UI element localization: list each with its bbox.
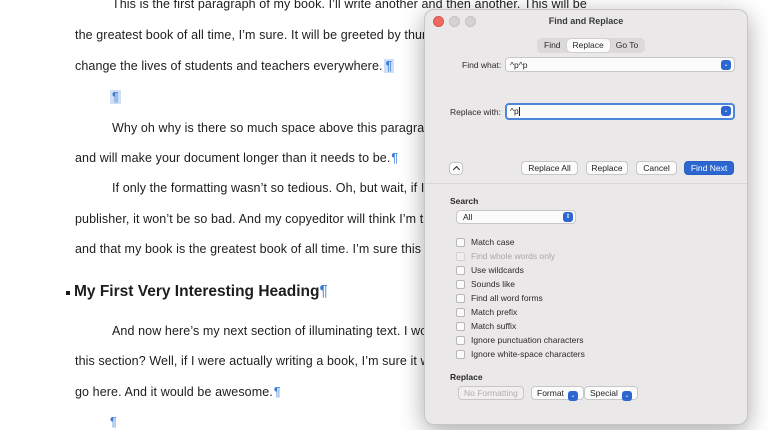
option-label: Match suffix: [471, 321, 517, 331]
option-label: Ignore white-space characters: [471, 349, 585, 359]
text-line: go here. And it would be awesome.¶: [75, 385, 281, 399]
match-case-option[interactable]: Match case: [456, 237, 514, 247]
match-prefix-option[interactable]: Match prefix: [456, 307, 517, 317]
checkbox: [456, 251, 465, 261]
option-label: Use wildcards: [471, 265, 524, 275]
replace-button[interactable]: Replace: [586, 161, 628, 175]
ignore-whitespace-option[interactable]: Ignore white-space characters: [456, 349, 585, 359]
checkbox[interactable]: [456, 265, 465, 275]
find-what-input[interactable]: ^p^p ⌄: [505, 57, 735, 72]
ignore-punctuation-option[interactable]: Ignore punctuation characters: [456, 335, 583, 345]
pilcrow-mark: ¶: [273, 385, 281, 399]
format-label: Format: [537, 388, 564, 398]
wildcards-option[interactable]: Use wildcards: [456, 265, 524, 275]
find-replace-dialog: Find and Replace Find Replace Go To Find…: [424, 9, 748, 425]
word-forms-option[interactable]: Find all word forms: [456, 293, 543, 303]
replace-with-label: Replace with:: [450, 107, 502, 117]
search-scope-value: All: [463, 212, 473, 222]
text-line: ¶: [110, 415, 117, 429]
pilcrow-mark: ¶: [319, 283, 328, 300]
search-scope-select[interactable]: All ⇕: [456, 210, 576, 224]
tab-replace[interactable]: Replace: [566, 39, 610, 52]
match-suffix-option[interactable]: Match suffix: [456, 321, 516, 331]
text-line: ¶: [110, 90, 121, 104]
collapse-chevron-up-icon[interactable]: [449, 162, 463, 175]
chevron-down-icon: ⌄: [567, 391, 578, 401]
chevron-down-icon: ⌄: [621, 391, 632, 401]
option-label: Match prefix: [471, 307, 518, 317]
no-formatting-button: No Formatting: [458, 386, 524, 400]
search-section-header: Search: [450, 196, 479, 206]
checkbox[interactable]: [456, 335, 465, 345]
tab-bar: Find Replace Go To: [537, 38, 646, 53]
up-down-chevron-icon: ⇕: [563, 212, 573, 222]
option-label: Find all word forms: [471, 293, 543, 303]
heading: My First Very Interesting Heading¶: [74, 283, 328, 300]
checkbox[interactable]: [456, 237, 465, 247]
title-bar[interactable]: Find and Replace: [425, 10, 747, 32]
heading-bullet: [66, 291, 70, 295]
find-what-value: ^p^p: [510, 60, 528, 70]
format-menu-button[interactable]: Format ⌄: [531, 386, 584, 401]
pilcrow-mark: ¶: [110, 90, 121, 104]
checkbox[interactable]: [456, 321, 465, 331]
checkbox[interactable]: [456, 293, 465, 303]
sounds-like-option[interactable]: Sounds like: [456, 279, 515, 289]
special-menu-button[interactable]: Special ⌄: [584, 386, 638, 401]
whole-words-option: Find whole words only: [456, 251, 555, 261]
checkbox[interactable]: [456, 349, 465, 359]
checkbox[interactable]: [456, 279, 465, 289]
option-label: Match case: [471, 237, 515, 247]
pilcrow-mark: ¶: [391, 151, 399, 165]
option-label: Find whole words only: [471, 251, 556, 261]
find-what-label: Find what:: [462, 60, 502, 70]
checkbox[interactable]: [456, 307, 465, 317]
replace-section-header: Replace: [450, 372, 483, 382]
chevron-down-icon[interactable]: ⌄: [721, 60, 731, 70]
tab-go-to[interactable]: Go To: [610, 39, 645, 52]
pilcrow-mark: ¶: [110, 415, 117, 429]
option-label: Ignore punctuation characters: [471, 335, 584, 345]
text-line: and will make your document longer than …: [75, 151, 399, 165]
find-next-button[interactable]: Find Next: [684, 161, 734, 175]
option-label: Sounds like: [471, 279, 515, 289]
special-label: Special: [590, 388, 618, 398]
text-line: change the lives of students and teacher…: [75, 59, 395, 73]
chevron-down-icon[interactable]: ⌄: [721, 106, 731, 116]
tab-find[interactable]: Find: [538, 39, 567, 52]
pilcrow-mark: ¶: [383, 59, 395, 73]
cancel-button[interactable]: Cancel: [636, 161, 677, 175]
dialog-title: Find and Replace: [548, 16, 624, 26]
replace-with-input[interactable]: ^p ⌄: [505, 103, 735, 120]
text-caret: [518, 107, 520, 117]
divider: [425, 183, 747, 184]
replace-with-value: ^p: [510, 106, 519, 116]
replace-all-button[interactable]: Replace All: [521, 161, 578, 175]
